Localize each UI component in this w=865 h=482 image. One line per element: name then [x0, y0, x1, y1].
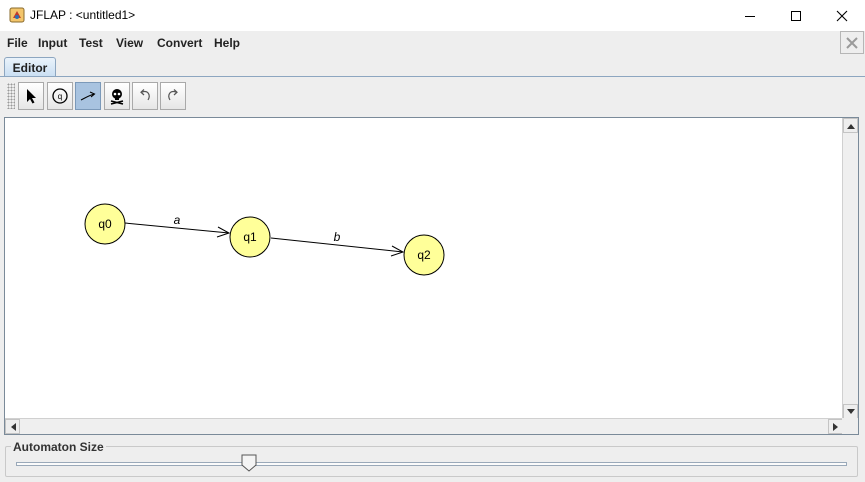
minimize-button[interactable]: [727, 0, 773, 31]
skull-icon: [110, 89, 124, 105]
triangle-left-icon: [10, 422, 16, 431]
tab-strip: Editor: [0, 55, 865, 77]
attribute-editor-tool[interactable]: [18, 82, 44, 110]
tab-editor[interactable]: Editor: [4, 57, 56, 77]
menu-convert[interactable]: Convert: [157, 36, 202, 50]
toolbar-grip[interactable]: [7, 83, 15, 109]
arrow-pointer-icon: [27, 89, 36, 104]
scroll-left-button[interactable]: [5, 419, 20, 434]
automaton-size-slider-track[interactable]: [16, 462, 847, 466]
menu-view[interactable]: View: [116, 36, 143, 50]
state-q0-label: q0: [98, 217, 112, 231]
title-bar: JFLAP : <untitled1>: [0, 0, 865, 32]
menu-test[interactable]: Test: [79, 36, 103, 50]
automaton-canvas-pane: a b q0 q1 q2: [4, 117, 859, 435]
close-icon: [846, 36, 858, 49]
state-q2-label: q2: [417, 248, 431, 262]
transition-creator-tool[interactable]: [75, 82, 101, 110]
vertical-scrollbar[interactable]: [842, 118, 858, 419]
menu-file[interactable]: File: [7, 36, 28, 50]
state-creator-tool[interactable]: q: [47, 82, 73, 110]
triangle-right-icon: [832, 422, 838, 431]
menu-input[interactable]: Input: [38, 36, 67, 50]
automaton-size-label: Automaton Size: [11, 440, 106, 454]
state-circle-icon: q: [52, 88, 68, 104]
transition-q0-q1-label[interactable]: a: [174, 213, 181, 227]
menu-bar: File Input Test View Convert Help: [0, 31, 865, 55]
maximize-icon: [791, 10, 801, 21]
triangle-down-icon: [846, 408, 855, 414]
state-q1-label: q1: [243, 230, 257, 244]
redo-button[interactable]: [160, 82, 186, 110]
redo-icon: [168, 89, 178, 101]
automaton-size-slider-thumb[interactable]: [241, 454, 257, 472]
scroll-corner: [842, 418, 858, 434]
close-icon: [836, 10, 848, 21]
state-q2[interactable]: q2: [403, 234, 445, 276]
scroll-up-button[interactable]: [843, 118, 858, 133]
undo-icon: [140, 89, 150, 101]
transition-q1-q2-label[interactable]: b: [334, 230, 341, 244]
deleter-tool[interactable]: [104, 82, 130, 110]
automaton-canvas[interactable]: a b q0 q1 q2: [5, 118, 843, 418]
scroll-right-button[interactable]: [828, 419, 843, 434]
jflap-app-icon: [9, 7, 25, 23]
maximize-button[interactable]: [773, 0, 819, 31]
close-document-button[interactable]: [840, 31, 864, 54]
tab-divider: [0, 76, 865, 77]
automaton-size-panel: Automaton Size: [5, 440, 858, 477]
scroll-down-button[interactable]: [843, 404, 858, 419]
horizontal-scrollbar[interactable]: [5, 418, 843, 434]
close-button[interactable]: [819, 0, 865, 31]
svg-text:q: q: [58, 92, 62, 101]
window-title: JFLAP : <untitled1>: [30, 8, 136, 22]
minimize-icon: [745, 15, 755, 17]
transition-arrow-icon: [80, 91, 96, 101]
undo-button[interactable]: [132, 82, 158, 110]
state-q0[interactable]: q0: [84, 203, 126, 245]
triangle-up-icon: [846, 123, 855, 129]
menu-help[interactable]: Help: [214, 36, 240, 50]
state-q1[interactable]: q1: [229, 216, 271, 258]
editor-toolbar: q: [3, 78, 863, 114]
